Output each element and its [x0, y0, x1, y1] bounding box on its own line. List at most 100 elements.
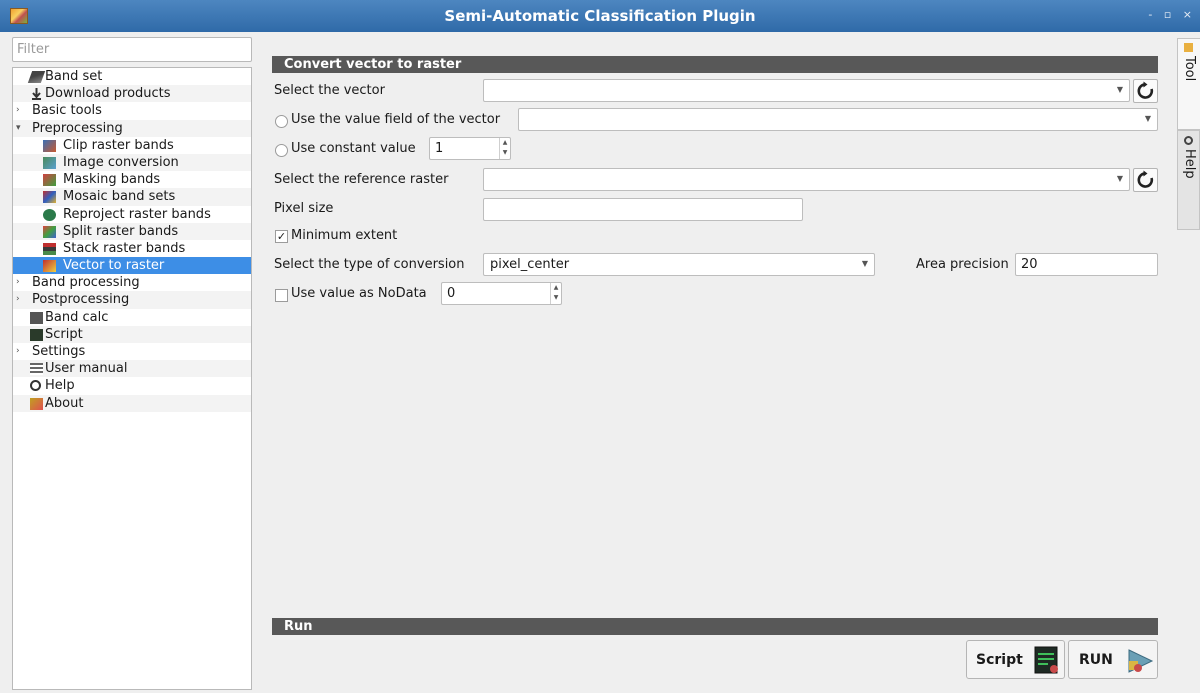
window-title: Semi-Automatic Classification Plugin [444, 7, 756, 25]
nodata-checkbox[interactable] [275, 289, 288, 302]
constant-value-radio[interactable] [275, 144, 288, 157]
value-field-select[interactable]: ▼ [518, 108, 1158, 131]
section-header-convert: Convert vector to raster [272, 56, 1158, 73]
chevron-right-icon[interactable]: › [16, 343, 20, 360]
vector-select[interactable]: ▼ [483, 79, 1130, 102]
side-tabs: Tool Help [1177, 38, 1200, 338]
left-panel: Filter Band set Download products › Basic t… [7, 35, 253, 690]
tree-item[interactable]: › Band processing [13, 274, 251, 291]
tool-tab-icon [1184, 43, 1193, 52]
tab-tool[interactable]: Tool [1177, 38, 1200, 130]
refresh-icon [1137, 170, 1154, 188]
plugin-window: Filter Band set Download products › Basic t… [0, 32, 1200, 693]
about-icon [30, 397, 43, 410]
tree-item-label: Download products [45, 86, 171, 102]
window-controls[interactable]: - ▫ × [1148, 8, 1196, 21]
tree-item-label: Mosaic band sets [63, 189, 176, 205]
tree-item[interactable]: Mosaic band sets [13, 188, 251, 206]
tree-item-label: Band processing [32, 275, 140, 291]
tree-item-label: Reproject raster bands [63, 206, 211, 222]
band-set-icon [27, 71, 46, 83]
tree-item-label: About [45, 395, 84, 411]
tree-item-label: Split raster bands [63, 223, 179, 239]
tree-item[interactable]: Image conversion [13, 153, 251, 172]
tree-item[interactable]: Reproject raster bands [13, 206, 251, 223]
pixel-size-input[interactable] [483, 198, 803, 221]
split-icon [43, 225, 56, 238]
area-precision-label: Area precision [916, 257, 1009, 272]
minimum-extent-label: Minimum extent [291, 228, 398, 243]
tree-item[interactable]: User manual [13, 360, 251, 378]
tree-item-label: Clip raster bands [63, 137, 174, 153]
tree-item-label: Band calc [45, 309, 109, 325]
tree-item-label: Vector to raster [63, 258, 165, 274]
chevron-down-icon: ▼ [1116, 85, 1123, 94]
tree-item-label: Basic tools [32, 103, 102, 119]
conversion-type-select[interactable]: pixel_center ▼ [483, 253, 875, 276]
tree-item[interactable]: ▾ Preprocessing [13, 119, 251, 137]
mosaic-icon [43, 191, 56, 204]
chevron-down-icon[interactable]: ▾ [16, 120, 21, 137]
pixel-size-label: Pixel size [274, 201, 334, 216]
script-icon [1034, 646, 1058, 674]
tree-item[interactable]: Vector to raster [13, 257, 251, 275]
tree-item[interactable]: Stack raster bands [13, 240, 251, 257]
spin-arrows-icon[interactable]: ▲ ▼ [499, 138, 510, 159]
tree-item[interactable]: About [13, 394, 251, 412]
tree-item[interactable]: › Basic tools [13, 102, 251, 119]
value-field-radio[interactable] [275, 115, 288, 128]
value-field-label: Use the value field of the vector [291, 112, 501, 127]
tree-item-label: Band set [45, 69, 103, 84]
tool-tree[interactable]: Band set Download products › Basic tools ▾ Pr… [12, 67, 252, 690]
tree-item[interactable]: Band set [13, 68, 251, 85]
chevron-right-icon[interactable]: › [16, 102, 20, 119]
clip-icon [43, 139, 56, 152]
band-calc-icon [30, 311, 43, 324]
script-icon [30, 328, 43, 341]
help-icon [30, 380, 41, 392]
tree-item[interactable]: Masking bands [13, 171, 251, 188]
tree-item[interactable]: Script [13, 325, 251, 343]
refresh-icon [1137, 81, 1154, 99]
tree-item-label: Postprocessing [32, 292, 130, 308]
tree-item[interactable]: Split raster bands [13, 222, 251, 240]
user-manual-icon [30, 363, 43, 376]
refresh-reference-button[interactable] [1133, 168, 1158, 192]
select-vector-label: Select the vector [274, 83, 385, 98]
reference-raster-label: Select the reference raster [274, 172, 449, 187]
constant-value-label: Use constant value [291, 141, 416, 156]
tree-item-label: Script [45, 326, 83, 342]
script-button[interactable]: Script [966, 640, 1065, 679]
chevron-down-icon: ▼ [1116, 174, 1123, 183]
run-icon [1128, 649, 1154, 673]
chevron-right-icon[interactable]: › [16, 274, 20, 291]
tree-item[interactable]: Help [13, 377, 251, 394]
tab-help[interactable]: Help [1177, 130, 1200, 230]
nodata-label: Use value as NoData [291, 286, 427, 301]
tree-item-label: User manual [45, 361, 128, 377]
chevron-down-icon: ▼ [1144, 114, 1151, 123]
masking-icon [43, 174, 56, 187]
run-button[interactable]: RUN [1068, 640, 1158, 679]
chevron-down-icon: ▼ [861, 259, 868, 268]
tree-item-label: Image conversion [63, 154, 179, 170]
reference-raster-select[interactable]: ▼ [483, 168, 1130, 191]
area-precision-input[interactable]: 20 [1015, 253, 1158, 276]
tree-item[interactable]: › Settings [13, 343, 251, 360]
tree-item[interactable]: Download products [13, 85, 251, 103]
spin-arrows-icon[interactable]: ▲ ▼ [550, 283, 561, 304]
minimum-extent-checkbox[interactable]: ✓ [275, 230, 288, 243]
vector-to-raster-icon [43, 260, 56, 273]
tree-item[interactable]: › Postprocessing [13, 291, 251, 309]
download-icon [30, 88, 43, 101]
chevron-right-icon[interactable]: › [16, 291, 20, 308]
refresh-vector-button[interactable] [1133, 79, 1158, 103]
tree-item[interactable]: Clip raster bands [13, 137, 251, 154]
nodata-spinbox[interactable]: 0 ▲ ▼ [441, 282, 562, 305]
tree-item-label: Help [45, 378, 75, 394]
filter-input[interactable]: Filter [12, 37, 252, 62]
constant-value-spinbox[interactable]: 1 ▲ ▼ [429, 137, 511, 160]
tree-item[interactable]: Band calc [13, 309, 251, 326]
tree-item-label: Preprocessing [32, 120, 123, 136]
tree-item-label: Settings [32, 344, 86, 359]
